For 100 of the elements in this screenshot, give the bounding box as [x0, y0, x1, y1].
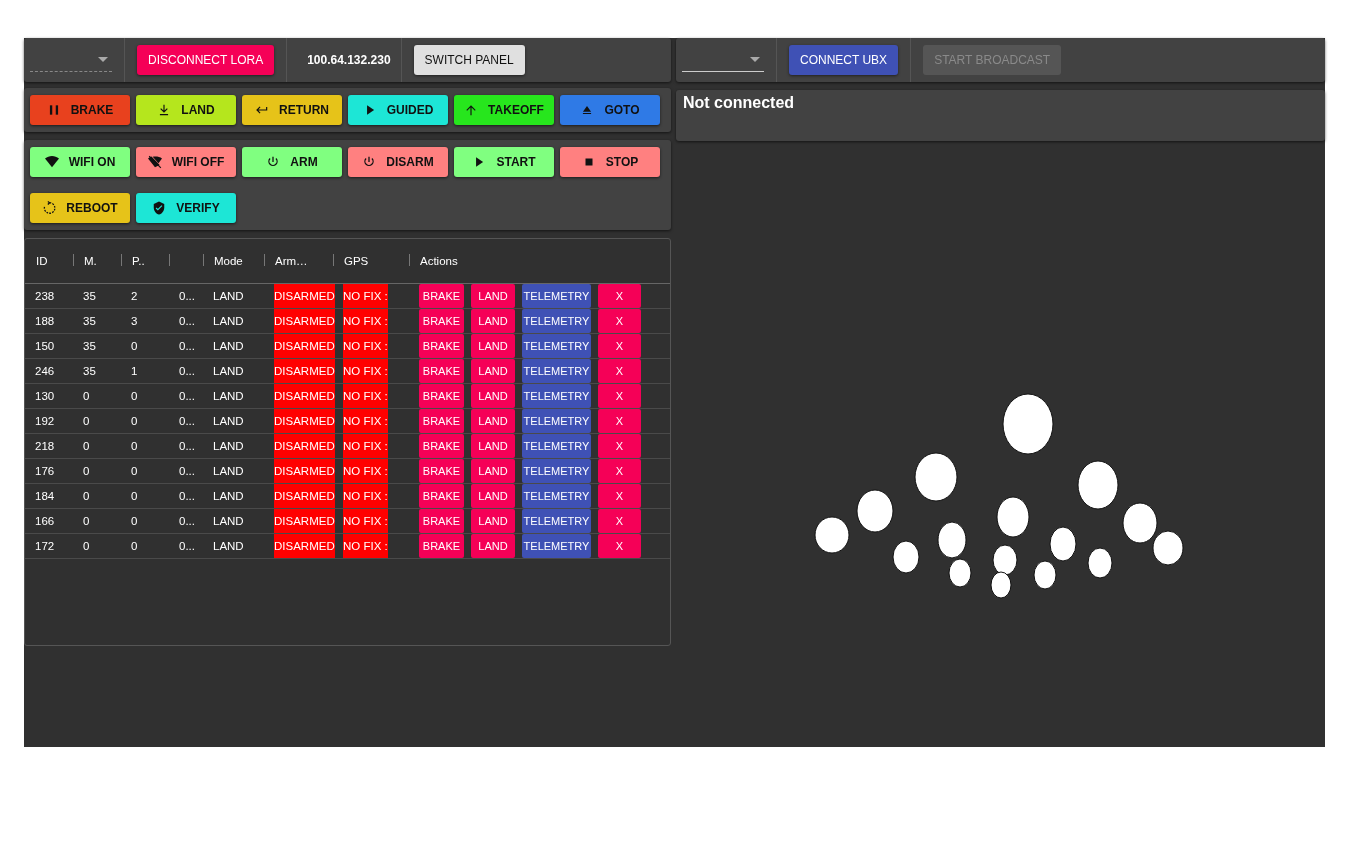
row-action-button[interactable]: TELEMETRY — [522, 359, 591, 383]
row-action-button[interactable]: X — [598, 334, 641, 358]
command-button[interactable]: VERIFY — [136, 193, 236, 223]
row-action-button[interactable]: X — [598, 284, 641, 308]
row-action-button[interactable]: BRAKE — [419, 284, 464, 308]
row-action-button[interactable]: BRAKE — [419, 434, 464, 458]
command-button[interactable]: BRAKE — [30, 95, 130, 125]
gps-status-tag: NO FIX : — [343, 409, 388, 433]
connect-ubx-button[interactable]: CONNECT UBX — [789, 45, 899, 75]
row-action-button[interactable]: TELEMETRY — [522, 284, 591, 308]
row-action-button[interactable]: X — [598, 459, 641, 483]
table-cell-text: LAND — [212, 365, 245, 377]
column-header: Mode — [213, 255, 243, 267]
table-cell-text: 150 — [34, 340, 56, 352]
table-cell-text: 0... — [178, 490, 196, 502]
armed-status-tag: DISARMED — [274, 309, 335, 333]
row-action-button[interactable]: X — [598, 359, 641, 383]
row-action-button[interactable]: BRAKE — [419, 459, 464, 483]
command-button[interactable]: WIFI OFF — [136, 147, 236, 177]
table-cell-text: LAND — [212, 465, 245, 477]
command-button[interactable]: GOTO — [560, 95, 660, 125]
table-cell-text: 0 — [130, 465, 139, 477]
table-cell-text: LAND — [212, 440, 245, 452]
armed-status-tag: DISARMED — [274, 534, 335, 558]
table-cell-text: 0... — [178, 290, 196, 302]
table-cell-text: 172 — [34, 540, 56, 552]
row-action-button[interactable]: TELEMETRY — [522, 309, 591, 333]
armed-status-tag: DISARMED — [274, 359, 335, 383]
command-button[interactable]: ARM — [242, 147, 342, 177]
row-action-button[interactable]: TELEMETRY — [522, 384, 591, 408]
row-action-button[interactable]: TELEMETRY — [522, 509, 591, 533]
row-action-button[interactable]: TELEMETRY — [522, 484, 591, 508]
table-cell-text: 0 — [82, 540, 91, 552]
row-action-button[interactable]: LAND — [471, 484, 515, 508]
row-action-button[interactable]: BRAKE — [419, 484, 464, 508]
table-cell-text: LAND — [212, 340, 245, 352]
row-action-button[interactable]: LAND — [471, 309, 515, 333]
row-action-button[interactable]: TELEMETRY — [522, 409, 591, 433]
command-button[interactable]: REBOOT — [30, 193, 130, 223]
table-cell-text: 0 — [130, 515, 139, 527]
row-action-button[interactable]: LAND — [471, 334, 515, 358]
row-action-button[interactable]: BRAKE — [419, 359, 464, 383]
command-button[interactable]: START — [454, 147, 554, 177]
wifi-icon — [44, 155, 59, 169]
row-action-button[interactable]: LAND — [471, 509, 515, 533]
command-button[interactable]: GUIDED — [348, 95, 448, 125]
row-action-button[interactable]: X — [598, 384, 641, 408]
gps-status-tag: NO FIX : — [343, 484, 388, 508]
command-button[interactable]: TAKEOFF — [454, 95, 554, 125]
row-action-button[interactable]: X — [598, 534, 641, 558]
row-action-button[interactable]: LAND — [471, 409, 515, 433]
table-cell-text: 35 — [82, 365, 97, 377]
dropdown-caret-icon — [750, 57, 760, 62]
gps-status-tag: NO FIX : — [343, 359, 388, 383]
command-button[interactable]: STOP — [560, 147, 660, 177]
row-action-button[interactable]: BRAKE — [419, 509, 464, 533]
armed-status-tag: DISARMED — [274, 409, 335, 433]
command-button[interactable]: DISARM — [348, 147, 448, 177]
row-action-button[interactable]: TELEMETRY — [522, 459, 591, 483]
row-action-button[interactable]: X — [598, 484, 641, 508]
row-action-button[interactable]: BRAKE — [419, 309, 464, 333]
table-cell-text: 0 — [130, 390, 139, 402]
table-cell-text: 218 — [34, 440, 56, 452]
row-action-button[interactable]: TELEMETRY — [522, 534, 591, 558]
row-action-button[interactable]: TELEMETRY — [522, 434, 591, 458]
row-action-button[interactable]: BRAKE — [419, 384, 464, 408]
row-action-button[interactable]: BRAKE — [419, 409, 464, 433]
row-action-button[interactable]: BRAKE — [419, 334, 464, 358]
power-icon — [362, 155, 377, 169]
row-action-button[interactable]: LAND — [471, 284, 515, 308]
row-action-button[interactable]: LAND — [471, 534, 515, 558]
row-action-button[interactable]: TELEMETRY — [522, 334, 591, 358]
table-cell-text: 0... — [178, 415, 196, 427]
table-cell-text: 184 — [34, 490, 56, 502]
table-cell-text: 0... — [178, 315, 196, 327]
command-button[interactable]: LAND — [136, 95, 236, 125]
row-action-button[interactable]: LAND — [471, 384, 515, 408]
table-cell-text: 0... — [178, 540, 196, 552]
gps-status-tag: NO FIX : — [343, 459, 388, 483]
row-action-button[interactable]: X — [598, 309, 641, 333]
row-action-button[interactable]: X — [598, 434, 641, 458]
wifi-off-icon — [147, 155, 162, 169]
table-cell-text: 35 — [82, 340, 97, 352]
row-action-button[interactable]: X — [598, 509, 641, 533]
table-cell-text: LAND — [212, 415, 245, 427]
disconnect-lora-button[interactable]: DISCONNECT LORA — [137, 45, 275, 75]
gps-status-tag: NO FIX : — [343, 434, 388, 458]
command-button[interactable]: RETURN — [242, 95, 342, 125]
row-action-button[interactable]: LAND — [471, 434, 515, 458]
row-action-button[interactable]: LAND — [471, 359, 515, 383]
armed-status-tag: DISARMED — [274, 284, 335, 308]
table-cell-text: 0 — [82, 490, 91, 502]
row-action-button[interactable]: LAND — [471, 459, 515, 483]
switch-panel-button[interactable]: SWITCH PANEL — [413, 45, 525, 75]
table-cell-text: 0... — [178, 390, 196, 402]
row-action-button[interactable]: X — [598, 409, 641, 433]
table-cell-text: 35 — [82, 315, 97, 327]
row-action-button[interactable]: BRAKE — [419, 534, 464, 558]
table-cell-text: 130 — [34, 390, 56, 402]
command-button[interactable]: WIFI ON — [30, 147, 130, 177]
